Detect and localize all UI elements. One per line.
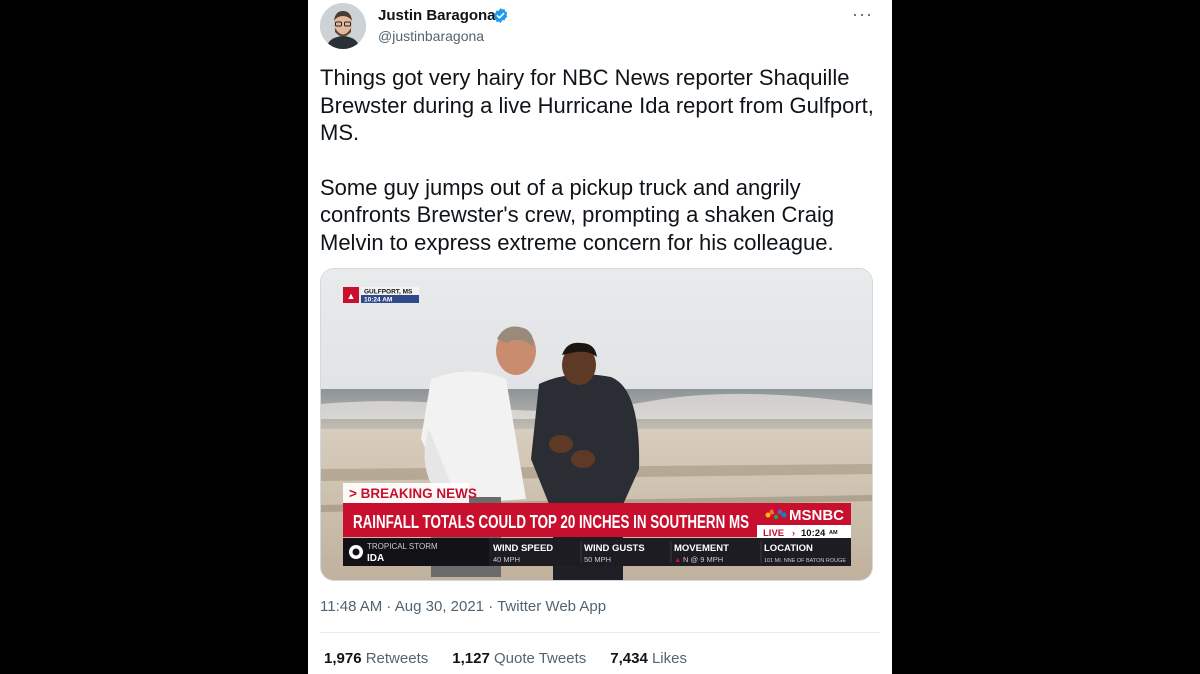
tweet-paragraph-1: Things got very hairy for NBC News repor… bbox=[320, 65, 874, 145]
quotes-count: 1,127 bbox=[452, 650, 490, 667]
stat-value-wind-gusts: 50 MPH bbox=[584, 555, 611, 564]
svg-text:▲: ▲ bbox=[347, 291, 356, 301]
location-bug-text: GULFPORT, MS bbox=[364, 289, 413, 296]
location-bug: ▲ GULFPORT, MS 10:24 AM bbox=[343, 287, 419, 304]
tweet-text: Things got very hairy for NBC News repor… bbox=[320, 64, 876, 256]
breaking-news-label: > BREAKING NEWS bbox=[349, 486, 477, 501]
stat-label-wind-gusts: WIND GUSTS bbox=[584, 543, 645, 554]
tweet-time[interactable]: 11:48 AM bbox=[320, 598, 382, 615]
tweet-paragraph-2: Some guy jumps out of a pickup truck and… bbox=[320, 174, 835, 255]
stat-value-location: 101 MI. NNE OF BATON ROUGE bbox=[764, 558, 846, 564]
movement-arrow-icon: ▲ bbox=[674, 555, 681, 564]
tweet-source[interactable]: Twitter Web App bbox=[497, 598, 606, 615]
verified-badge-icon bbox=[492, 7, 509, 29]
stat-label-location: LOCATION bbox=[764, 543, 813, 554]
tweet-meta: 11:48 AM · Aug 30, 2021 · Twitter Web Ap… bbox=[320, 598, 607, 615]
time-bug-text: 10:24 AM bbox=[364, 297, 392, 304]
tweet-date[interactable]: Aug 30, 2021 bbox=[395, 598, 484, 615]
avatar[interactable] bbox=[320, 3, 366, 49]
author-handle[interactable]: @justinbaragona bbox=[378, 28, 484, 44]
live-ampm: AM bbox=[829, 530, 838, 536]
likes-label: Likes bbox=[651, 650, 687, 667]
storm-name: IDA bbox=[367, 553, 384, 564]
live-time: 10:24 bbox=[801, 528, 826, 539]
storm-type: TROPICAL STORM bbox=[367, 542, 438, 551]
retweets-label: Retweets bbox=[365, 650, 429, 667]
network-name: MSNBC bbox=[789, 507, 844, 524]
retweets-count: 1,976 bbox=[324, 650, 362, 667]
video-thumbnail[interactable]: ▲ GULFPORT, MS 10:24 AM > BREAKING NEWS … bbox=[320, 268, 873, 581]
retweets-stat[interactable]: 1,976 Retweets bbox=[324, 650, 432, 667]
stat-label-movement: MOVEMENT bbox=[674, 543, 729, 554]
quote-tweets-stat[interactable]: 1,127 Quote Tweets bbox=[452, 650, 590, 667]
live-label: LIVE bbox=[763, 528, 784, 539]
author-name[interactable]: Justin Baragona bbox=[378, 7, 496, 24]
headline-text: RAINFALL TOTALS COULD TOP 20 INCHES IN S… bbox=[353, 511, 749, 532]
more-options-icon[interactable]: ··· bbox=[852, 4, 873, 25]
likes-stat[interactable]: 7,434 Likes bbox=[610, 650, 691, 667]
quotes-label: Quote Tweets bbox=[493, 650, 587, 667]
svg-text:›: › bbox=[792, 528, 795, 538]
divider bbox=[320, 632, 880, 633]
stat-value-wind-speed: 40 MPH bbox=[493, 555, 520, 564]
likes-count: 7,434 bbox=[610, 650, 648, 667]
engagement-stats: 1,976 Retweets 1,127 Quote Tweets 7,434 … bbox=[324, 650, 691, 667]
stat-value-movement: N @ 9 MPH bbox=[683, 555, 723, 564]
tweet-card: Justin Baragona @justinbaragona ··· Thin… bbox=[308, 0, 892, 674]
stat-label-wind-speed: WIND SPEED bbox=[493, 543, 553, 554]
